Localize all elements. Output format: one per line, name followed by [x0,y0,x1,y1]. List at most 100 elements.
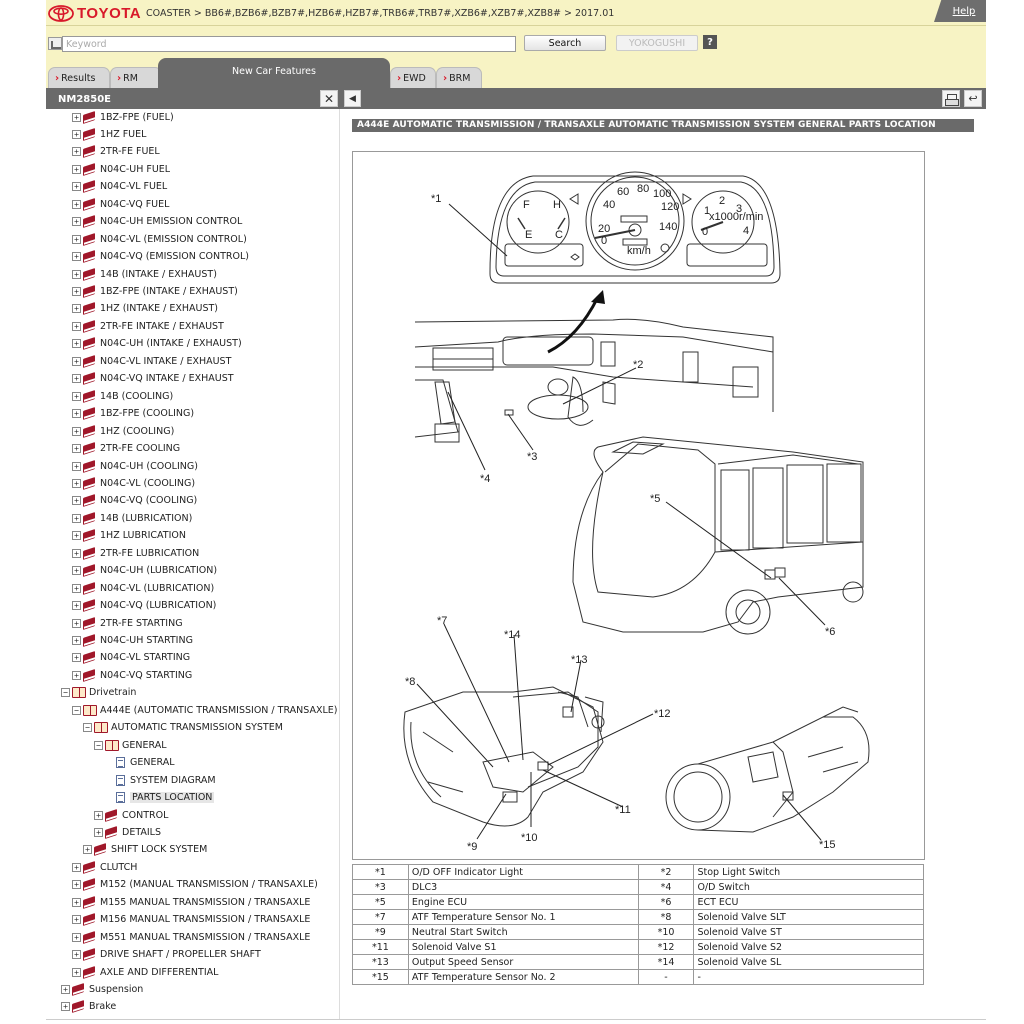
tree-item-label[interactable]: DRIVE SHAFT / PROPELLER SHAFT [100,949,261,960]
tree-item-label[interactable]: M155 MANUAL TRANSMISSION / TRANSAXLE [100,897,310,908]
tree-item-label[interactable]: PARTS LOCATION [130,792,215,804]
tree-item-label[interactable]: N04C-VL (COOLING) [100,478,195,489]
expand-icon[interactable]: + [72,478,81,488]
expand-icon[interactable]: + [72,356,81,366]
collapse-icon[interactable]: − [61,688,70,698]
tree-item[interactable]: +2TR-FE STARTING [72,616,183,630]
tree-item[interactable]: + N04C-UH (COOLING) [72,459,198,473]
expand-icon[interactable]: + [72,182,81,192]
tree-item-label[interactable]: N04C-VQ STARTING [100,670,192,681]
tab-rm-label[interactable]: RM [123,73,138,84]
tree-item[interactable]: + DETAILS [94,825,161,839]
tree-item[interactable]: + N04C-VQ (EMISSION CONTROL) [72,250,249,264]
tree-item-label[interactable]: M156 MANUAL TRANSMISSION / TRANSAXLE [100,914,310,925]
expand-icon[interactable]: + [83,845,92,855]
tree-item-label[interactable]: 1HZ (COOLING) [100,426,174,437]
collapse-icon[interactable]: − [72,705,81,715]
print-icon[interactable] [942,90,960,107]
expand-icon[interactable]: + [72,653,81,663]
tree-item[interactable]: + N04C-VL FUEL [72,180,167,194]
tree-item[interactable]: + SHIFT LOCK SYSTEM [83,843,207,857]
tree-item[interactable]: +2TR-FE LUBRICATION [72,546,199,560]
tree-item[interactable]: +1BZ-FPE (INTAKE / EXHAUST) [72,285,238,299]
help-label[interactable]: Help [953,6,976,17]
tab-results[interactable]: › Results [48,67,110,88]
tree-item-label[interactable]: 1BZ-FPE (FUEL) [100,112,174,123]
collapse-icon[interactable]: − [83,723,92,733]
tree-item-label[interactable]: 14B (LUBRICATION) [100,513,192,524]
tab-results-label[interactable]: Results [61,73,95,84]
expand-icon[interactable]: + [72,252,81,262]
expand-icon[interactable]: + [72,618,81,628]
expand-icon[interactable]: + [72,147,81,157]
tree-item-label[interactable]: A444E (AUTOMATIC TRANSMISSION / TRANSAXL… [100,705,338,716]
tree-item[interactable]: + N04C-UH (INTAKE / EXHAUST) [72,337,242,351]
expand-icon[interactable]: + [72,880,81,890]
expand-icon[interactable]: + [72,636,81,645]
tree-item[interactable]: + N04C-VQ (COOLING) [72,494,197,508]
tree-item[interactable]: + N04C-VL (EMISSION CONTROL) [72,232,247,246]
tree-item-label[interactable]: CLUTCH [100,862,137,873]
expand-icon[interactable]: + [61,985,70,994]
expand-icon[interactable]: + [72,164,81,174]
expand-icon[interactable]: + [72,915,81,925]
tree-item-label[interactable]: N04C-VQ (EMISSION CONTROL) [100,251,249,262]
tree-item-label[interactable]: 1HZ FUEL [100,129,146,140]
keyword-input[interactable] [62,36,516,52]
expand-icon[interactable]: + [72,496,81,506]
expand-icon[interactable]: + [72,862,81,872]
tab-brm[interactable]: › BRM [436,67,482,88]
tree-item-label[interactable]: N04C-UH (COOLING) [100,461,198,472]
tree-item-label[interactable]: N04C-VQ INTAKE / EXHAUST [100,373,234,384]
tree-item-label[interactable]: 2TR-FE LUBRICATION [100,548,199,559]
expand-icon[interactable]: + [72,950,81,960]
expand-icon[interactable]: + [72,287,81,296]
tree-item[interactable]: + M155 MANUAL TRANSMISSION / TRANSAXLE [72,895,310,909]
expand-icon[interactable]: + [72,967,81,977]
tree-item-label[interactable]: Brake [89,1001,116,1012]
tree-item-label[interactable]: N04C-VL INTAKE / EXHAUST [100,356,231,367]
tree-item[interactable]: + N04C-UH (LUBRICATION) [72,564,217,578]
tab-ewd-label[interactable]: EWD [403,73,426,84]
expand-icon[interactable]: + [61,1002,70,1012]
tree-item-label[interactable]: N04C-VQ FUEL [100,199,169,210]
tree-item[interactable]: + DRIVE SHAFT / PROPELLER SHAFT [72,948,261,962]
help-question-icon[interactable]: ? [703,35,717,49]
tree-item-label[interactable]: N04C-UH (INTAKE / EXHAUST) [100,338,242,349]
expand-icon[interactable]: + [72,670,81,680]
help-link[interactable]: Help [934,0,986,22]
tree-item-label[interactable]: M551 MANUAL TRANSMISSION / TRANSAXLE [100,932,310,943]
tree-item-label[interactable]: N04C-VQ (COOLING) [100,495,197,506]
tree-item[interactable]: +2TR-FE COOLING [72,442,180,456]
tree-item[interactable]: + Suspension [61,983,143,997]
tree-item[interactable]: + CONTROL [94,808,168,822]
tree-item-label[interactable]: 1HZ (INTAKE / EXHAUST) [100,303,218,314]
tree-item-label[interactable]: 2TR-FE COOLING [100,443,180,454]
tree-item[interactable]: + N04C-VQ FUEL [72,197,169,211]
tree-item[interactable]: +1BZ-FPE (COOLING) [72,407,194,421]
tree-item[interactable]: + N04C-VL (LUBRICATION) [72,581,214,595]
tree-item[interactable]: +2TR-FE INTAKE / EXHAUST [72,319,224,333]
tree-item-label[interactable]: 2TR-FE INTAKE / EXHAUST [100,321,224,332]
tree-item[interactable]: + M551 MANUAL TRANSMISSION / TRANSAXLE [72,930,310,944]
tree-item[interactable]: +1HZ LUBRICATION [72,529,186,543]
expand-icon[interactable]: + [72,391,81,401]
tree-item-label[interactable]: Drivetrain [89,687,136,698]
return-icon[interactable]: ↩ [964,90,982,107]
tree-item-label[interactable]: CONTROL [122,810,168,821]
tree-item[interactable]: + AXLE AND DIFFERENTIAL [72,965,218,979]
expand-icon[interactable]: + [72,199,81,209]
expand-icon[interactable]: + [72,444,81,454]
tree-item[interactable]: + N04C-VL STARTING [72,651,190,665]
tree-item[interactable]: +14B (LUBRICATION) [72,511,192,525]
expand-icon[interactable]: + [72,531,81,541]
tree-item-label[interactable]: AUTOMATIC TRANSMISSION SYSTEM [111,722,283,733]
expand-icon[interactable]: + [72,129,81,139]
tree-item[interactable]: +1HZ (INTAKE / EXHAUST) [72,302,218,316]
tree-item-label[interactable]: 2TR-FE FUEL [100,146,160,157]
tree-item[interactable]: PARTS LOCATION [116,791,215,805]
tree-item-label[interactable]: SHIFT LOCK SYSTEM [111,844,207,855]
tree-item[interactable]: + N04C-VQ (LUBRICATION) [72,599,216,613]
tree-item-label[interactable]: GENERAL [130,757,174,768]
tree-item[interactable]: SYSTEM DIAGRAM [116,773,216,787]
